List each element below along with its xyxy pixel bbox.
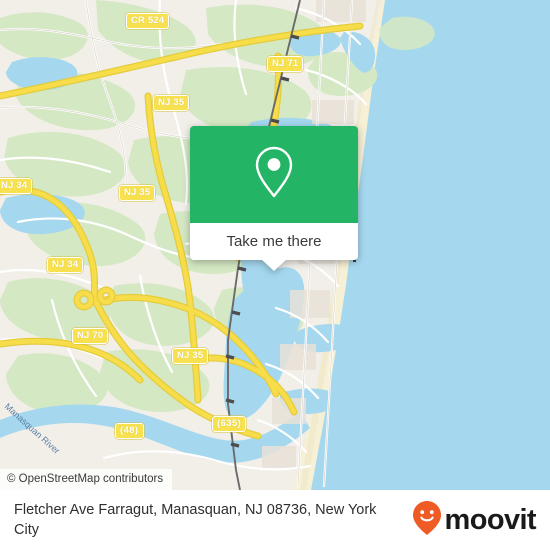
map-pin-icon — [253, 145, 295, 204]
place-address-label: Fletcher Ave Farragut, Manasquan, NJ 087… — [14, 502, 377, 538]
road-shield[interactable]: NJ 35 — [153, 95, 190, 111]
map-canvas[interactable]: Manasquan River CR 524 NJ 71 NJ 35 NJ 35… — [0, 0, 550, 490]
osm-attribution[interactable]: © OpenStreetMap contributors — [0, 469, 173, 490]
footer-bar: Fletcher Ave Farragut, Manasquan, NJ 087… — [0, 490, 550, 550]
road-shield[interactable]: NJ 34 — [47, 257, 84, 273]
road-shield[interactable]: (635) — [212, 416, 247, 432]
popup-footer[interactable]: Take me there — [190, 223, 358, 271]
road-shield[interactable]: NJ 35 — [119, 185, 156, 201]
moovit-logo[interactable]: moovit — [412, 500, 537, 541]
road-shield[interactable]: NJ 34 — [0, 178, 33, 194]
moovit-wordmark: moovit — [444, 503, 537, 536]
road-shield[interactable]: NJ 70 — [72, 328, 109, 344]
location-popup-card[interactable]: Take me there — [190, 126, 358, 271]
moovit-pin-smiley-icon — [412, 500, 442, 541]
popup-pointer — [261, 259, 287, 271]
popup-header — [190, 126, 358, 223]
road-shield[interactable]: NJ 71 — [267, 56, 304, 72]
road-shield[interactable]: NJ 35 — [172, 348, 209, 364]
map-screenshot: Manasquan River CR 524 NJ 71 NJ 35 NJ 35… — [0, 0, 550, 550]
take-me-there-button[interactable]: Take me there — [226, 233, 321, 250]
road-shield[interactable]: CR 524 — [126, 13, 170, 29]
road-shield[interactable]: (48) — [115, 423, 144, 439]
